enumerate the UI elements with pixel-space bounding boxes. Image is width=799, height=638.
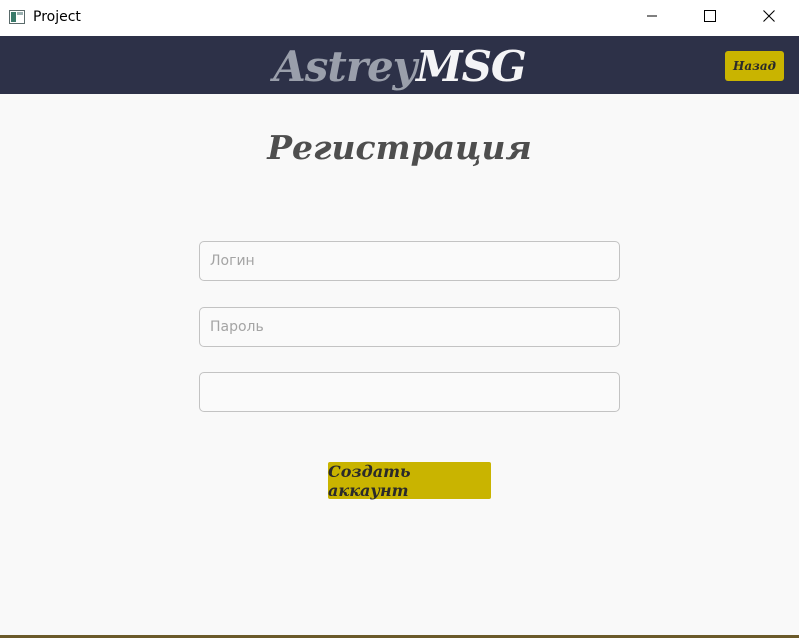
close-button[interactable]: [740, 0, 798, 36]
close-icon: [763, 9, 775, 27]
maximize-icon: [704, 9, 716, 27]
window-titlebar: Project: [0, 0, 799, 36]
window-title: Project: [33, 9, 81, 25]
app-window-icon: [9, 10, 25, 24]
confirm-password-field[interactable]: [199, 372, 620, 412]
logo: AstreyMSG: [0, 36, 799, 94]
maximize-button[interactable]: [681, 0, 739, 36]
login-field[interactable]: [199, 241, 620, 281]
create-account-button[interactable]: Создать аккаунт: [328, 462, 491, 500]
page-title: Регистрация: [267, 128, 532, 167]
back-button[interactable]: Назад: [725, 51, 784, 81]
minimize-icon: [646, 9, 658, 27]
app-header: AstreyMSG Назад: [0, 36, 799, 94]
minimize-button[interactable]: [623, 0, 681, 36]
password-field[interactable]: [199, 307, 620, 347]
logo-part-astrey: Astrey: [273, 42, 417, 91]
logo-part-msg: MSG: [416, 42, 527, 91]
